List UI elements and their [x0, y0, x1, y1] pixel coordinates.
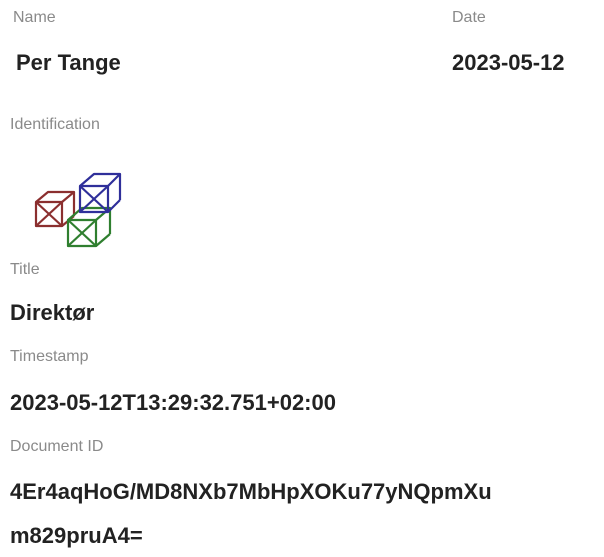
date-value: 2023-05-12 — [452, 50, 565, 75]
date-label: Date — [452, 9, 486, 26]
name-label: Name — [13, 9, 56, 26]
document-id-value-line2: m829pruA4= — [10, 523, 143, 548]
timestamp-label: Timestamp — [10, 348, 89, 365]
document-id-value-line1: 4Er4aqHoG/MD8NXb7MbHpXOKu77yNQpmXu — [10, 479, 492, 504]
title-value: Direktør — [10, 300, 95, 325]
blue-cube-icon — [78, 172, 122, 214]
timestamp-value: 2023-05-12T13:29:32.751+02:00 — [10, 390, 336, 415]
green-cube-icon — [66, 206, 112, 248]
document-id-label: Document ID — [10, 438, 104, 455]
interlocking-cubes-logo-icon — [34, 172, 122, 248]
name-value: Per Tange — [16, 50, 121, 75]
title-label: Title — [10, 261, 40, 278]
identification-label: Identification — [10, 116, 100, 133]
